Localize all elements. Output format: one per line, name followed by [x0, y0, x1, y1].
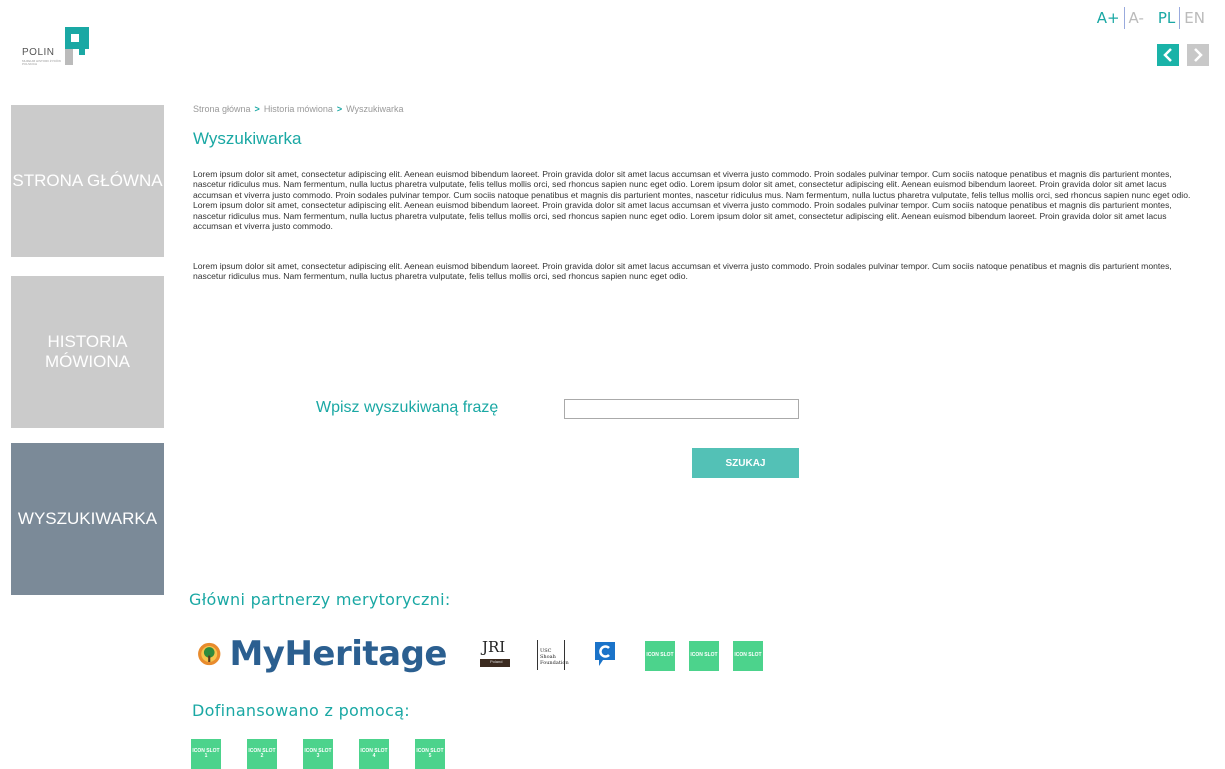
partner-icon-slot[interactable]: ICON SLOT — [689, 641, 719, 671]
logo-text: POLIN — [22, 47, 55, 58]
partner-icon-slot[interactable]: ICON SLOT — [645, 641, 675, 671]
sidebar-item-wyszukiwarka[interactable]: WYSZUKIWARKA — [11, 443, 164, 595]
usc-text: USC Shoah Foundation — [540, 648, 569, 666]
myheritage-logo[interactable]: MyHeritage — [197, 630, 447, 678]
sidebar-item-label: HISTORIA MÓWIONA — [45, 332, 130, 371]
page-title: Wyszukiwarka — [193, 129, 302, 148]
top-controls: A+ A- PL EN — [1093, 6, 1209, 30]
polin-mark-icon — [65, 27, 89, 65]
jri-sub: Poland — [490, 659, 503, 664]
search-input[interactable] — [564, 399, 799, 419]
myheritage-tree-icon — [198, 642, 221, 666]
breadcrumb-separator: > — [336, 104, 343, 114]
search-label: Wpisz wyszukiwaną frazę — [316, 399, 499, 416]
funding-icon-slot[interactable]: ICON SLOT 2 — [247, 739, 277, 769]
prev-button[interactable] — [1157, 44, 1179, 66]
partners-heading: Główni partnerzy merytoryczni: — [189, 590, 451, 609]
funding-icon-slot[interactable]: ICON SLOT 3 — [303, 739, 333, 769]
partner-icon-slot[interactable]: ICON SLOT — [733, 641, 763, 671]
sidebar-item-historia-mowiona[interactable]: HISTORIA MÓWIONA — [11, 276, 164, 428]
lang-en-link[interactable]: EN — [1180, 9, 1209, 27]
funding-icon-slot[interactable]: ICON SLOT 1 — [191, 739, 221, 769]
chevron-right-icon — [1194, 48, 1203, 62]
sidebar-item-strona-glowna[interactable]: STRONA GŁÓWNA — [11, 105, 164, 257]
search-button[interactable]: SZUKAJ — [692, 448, 799, 478]
logo-subtext: MUZEUM HISTORII ŻYDÓW POLSKICH — [22, 59, 61, 66]
font-decrease-button[interactable]: A- — [1125, 9, 1148, 27]
jri-text: JRI — [482, 638, 506, 656]
usc-shoah-foundation-logo[interactable]: USC Shoah Foundation — [537, 640, 569, 670]
jri-poland-logo[interactable]: JRI Poland — [480, 638, 510, 668]
chevron-left-icon — [1163, 48, 1172, 62]
funding-heading: Dofinansowano z pomocą: — [192, 701, 411, 720]
funding-icon-slot[interactable]: ICON SLOT 5 — [415, 739, 445, 769]
intro-paragraph: Lorem ipsum dolor sit amet, consectetur … — [193, 169, 1191, 232]
nav-arrows — [1157, 44, 1209, 66]
breadcrumb-current: Wyszukiwarka — [346, 104, 404, 114]
lang-pl-link[interactable]: PL — [1154, 9, 1179, 27]
sidebar-item-label: STRONA GŁÓWNA — [12, 171, 163, 190]
sidebar-item-label: WYSZUKIWARKA — [17, 509, 158, 528]
breadcrumb-link-home[interactable]: Strona główna — [193, 104, 251, 114]
breadcrumb-link-historia[interactable]: Historia mówiona — [264, 104, 333, 114]
c-partner-icon[interactable] — [593, 640, 617, 668]
breadcrumb-separator: > — [254, 104, 260, 114]
next-button[interactable] — [1187, 44, 1209, 66]
breadcrumb: Strona główna > Historia mówiona > Wyszukiwa… — [193, 104, 404, 114]
funding-icon-slot[interactable]: ICON SLOT 4 — [359, 739, 389, 769]
myheritage-text: MyHeritage — [229, 634, 447, 674]
polin-logo[interactable]: POLIN MUZEUM HISTORII ŻYDÓW POLSKICH — [22, 27, 94, 69]
font-increase-button[interactable]: A+ — [1093, 9, 1124, 27]
secondary-paragraph: Lorem ipsum dolor sit amet, consectetur … — [193, 261, 1172, 282]
